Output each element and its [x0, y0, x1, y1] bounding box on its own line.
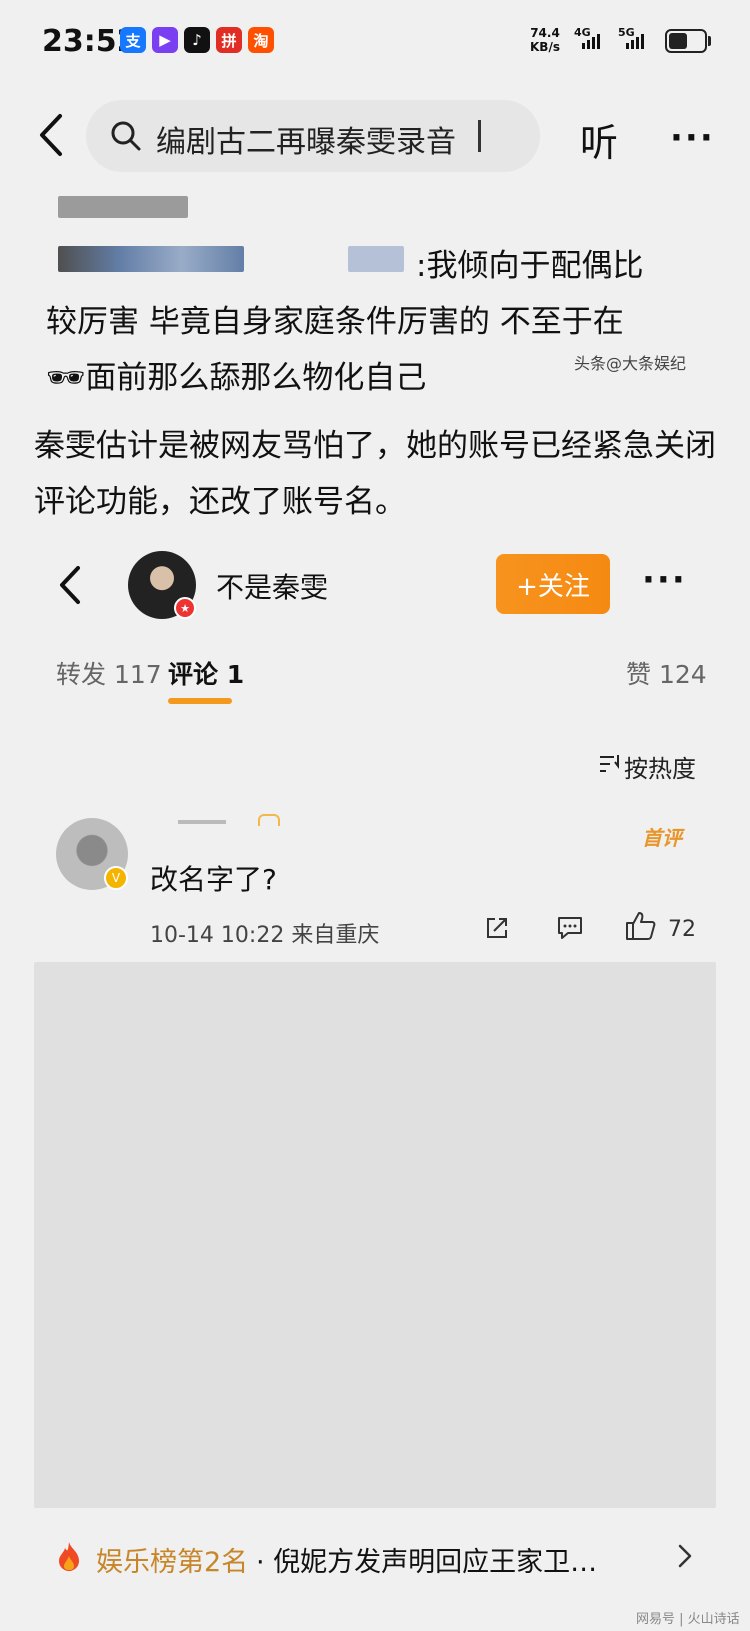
back-arrow-icon[interactable] [56, 564, 84, 606]
fire-icon [59, 1542, 79, 1571]
username[interactable]: 不是秦雯 [216, 566, 328, 606]
sort-icon[interactable] [598, 752, 622, 776]
more-menu-button[interactable]: ··· [670, 118, 715, 158]
entertainment-rank-label[interactable]: 娱乐榜第2名 [96, 1540, 248, 1579]
quote-line-1: :我倾向于配偶比 [416, 248, 644, 284]
listen-button[interactable]: 听 [580, 112, 618, 167]
vip-badge-icon: V [104, 866, 128, 890]
comment-meta: 10-14 10:22 来自重庆 [150, 923, 380, 948]
source-watermark: 头条@大条娱纪 [574, 354, 687, 373]
net-speed-unit: KB/s [530, 40, 560, 54]
alipay-icon: 支 [120, 27, 146, 53]
taobao-icon: 淘 [248, 27, 274, 53]
tiktok-icon: ♪ [184, 27, 210, 53]
share-icon[interactable] [484, 915, 510, 941]
net-speed: 74.4 KB/s [530, 26, 560, 54]
search-icon [111, 121, 141, 151]
video-app-icon: ▶ [152, 27, 178, 53]
quote-line-2: 较厉害 毕竟自身家庭条件厉害的 不至于在 [46, 304, 624, 340]
commenter-name-hidden [178, 820, 226, 824]
tab-comments[interactable]: 评论 1 [168, 655, 244, 691]
bottom-watermark: 网易号 | 火山诗话 [636, 1612, 740, 1627]
follow-button[interactable]: +关注 [496, 554, 610, 614]
tab-likes[interactable]: 赞 124 [626, 655, 707, 691]
back-arrow-icon[interactable] [36, 112, 66, 158]
first-comment-tag: 首评 [642, 826, 682, 850]
battery-icon [665, 29, 707, 53]
search-query[interactable]: 编剧古二再曝秦雯录音 [156, 117, 456, 161]
signal-4g-icon [582, 34, 600, 49]
pinduoduo-icon: 拼 [216, 27, 242, 53]
crown-icon [258, 814, 280, 826]
battery-tip [708, 36, 711, 46]
chevron-right-icon[interactable] [676, 1542, 694, 1570]
redacted-text [58, 196, 188, 218]
thumbs-up-icon[interactable] [624, 910, 658, 942]
like-count: 72 [668, 917, 696, 942]
sort-by-hot-button[interactable]: 按热度 [624, 749, 696, 784]
signal-5g-icon [626, 34, 644, 49]
tab-reposts[interactable]: 转发 117 [56, 655, 162, 691]
net-speed-value: 74.4 [530, 26, 560, 40]
more-options-button[interactable]: ··· [642, 560, 687, 600]
text-cursor [478, 120, 481, 152]
comment-image[interactable] [34, 962, 716, 1508]
comment-icon[interactable] [556, 915, 584, 941]
quoted-comment: :我倾向于配偶比 较厉害 毕竟自身家庭条件厉害的 不至于在 🕶面前那么舔那么物化… [46, 238, 706, 406]
verified-badge-icon: ★ [174, 597, 196, 619]
article-paragraph: 秦雯估计是被网友骂怕了，她的账号已经紧急关闭评论功能，还改了账号名。 [34, 428, 716, 520]
active-tab-indicator [168, 698, 232, 704]
hot-topic-title[interactable]: · 倪妮方发声明回应王家卫… [256, 1540, 646, 1579]
comment-text: 改名字了? [150, 863, 277, 896]
